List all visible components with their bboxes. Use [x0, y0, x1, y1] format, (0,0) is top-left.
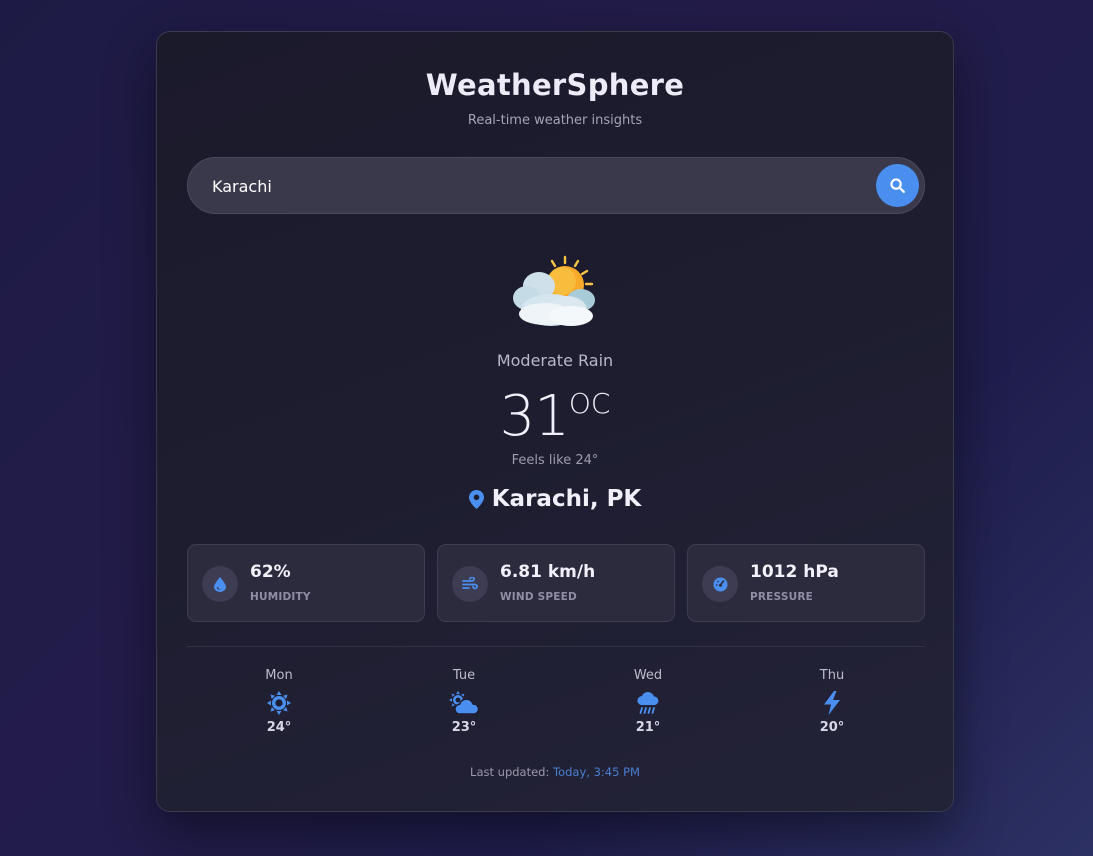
- forecast-day-name: Mon: [265, 668, 293, 683]
- temperature-value: 31: [499, 384, 570, 449]
- divider: [187, 646, 925, 647]
- humidity-label: HUMIDITY: [250, 591, 311, 603]
- humidity-value: 62%: [250, 562, 291, 582]
- gauge-icon: [713, 577, 727, 591]
- forecast-day: Wed 21°: [598, 668, 698, 735]
- search-bar: [187, 157, 925, 214]
- cloud-rain-icon: [637, 692, 659, 714]
- humidity-card: 62% HUMIDITY: [187, 544, 425, 622]
- map-pin-icon: [468, 489, 484, 509]
- sun-icon: [267, 691, 291, 715]
- sun-behind-cloud-icon: [513, 255, 595, 326]
- pressure-card: 1012 hPa PRESSURE: [687, 544, 925, 622]
- pressure-label: PRESSURE: [750, 591, 813, 603]
- forecast-day-name: Wed: [633, 668, 663, 683]
- search-button[interactable]: [876, 164, 919, 207]
- weather-condition: Moderate Rain: [496, 351, 614, 370]
- forecast-day: Tue 23°: [414, 668, 514, 735]
- forecast-day: Mon 24°: [229, 668, 329, 735]
- forecast-day-name: Tue: [452, 668, 476, 683]
- cloud-sun-icon: [449, 691, 479, 715]
- temperature: 31OC: [157, 384, 953, 449]
- feels-like: Feels like 24°: [511, 453, 599, 468]
- forecast-temp: 23°: [451, 720, 477, 735]
- pressure-value: 1012 hPa: [750, 562, 839, 582]
- last-updated-time: Today, 3:45 PM: [553, 765, 640, 779]
- wind-speed-label: WIND SPEED: [500, 591, 577, 603]
- search-input[interactable]: [212, 175, 852, 197]
- forecast-row: Mon 24° Tue 23° Wed 21° Thu 20°: [187, 668, 925, 748]
- wind-speed-card: 6.81 km/h WIND SPEED: [437, 544, 675, 622]
- forecast-day-name: Thu: [819, 668, 845, 683]
- search-icon: [890, 178, 906, 194]
- wind-icon: [462, 577, 478, 590]
- forecast-temp: 20°: [819, 720, 845, 735]
- location-name: Karachi, PK: [491, 486, 642, 512]
- last-updated-label: Last updated:: [470, 765, 550, 779]
- weather-card: WeatherSphere Real-time weather insights…: [156, 31, 954, 812]
- lightning-icon: [824, 691, 840, 715]
- forecast-day: Thu 20°: [782, 668, 882, 735]
- app-subtitle: Real-time weather insights: [467, 113, 643, 128]
- droplet-icon: [214, 576, 226, 592]
- location: Karachi, PK: [157, 486, 953, 512]
- forecast-temp: 24°: [266, 720, 292, 735]
- forecast-temp: 21°: [635, 720, 661, 735]
- app-title: WeatherSphere: [425, 68, 685, 102]
- last-updated: Last updated: Today, 3:45 PM: [157, 765, 953, 779]
- temperature-unit: OC: [568, 387, 611, 420]
- wind-speed-value: 6.81 km/h: [500, 562, 596, 582]
- stats-row: 62% HUMIDITY 6.81 km/h WIND SPEED 1012 h…: [187, 544, 925, 622]
